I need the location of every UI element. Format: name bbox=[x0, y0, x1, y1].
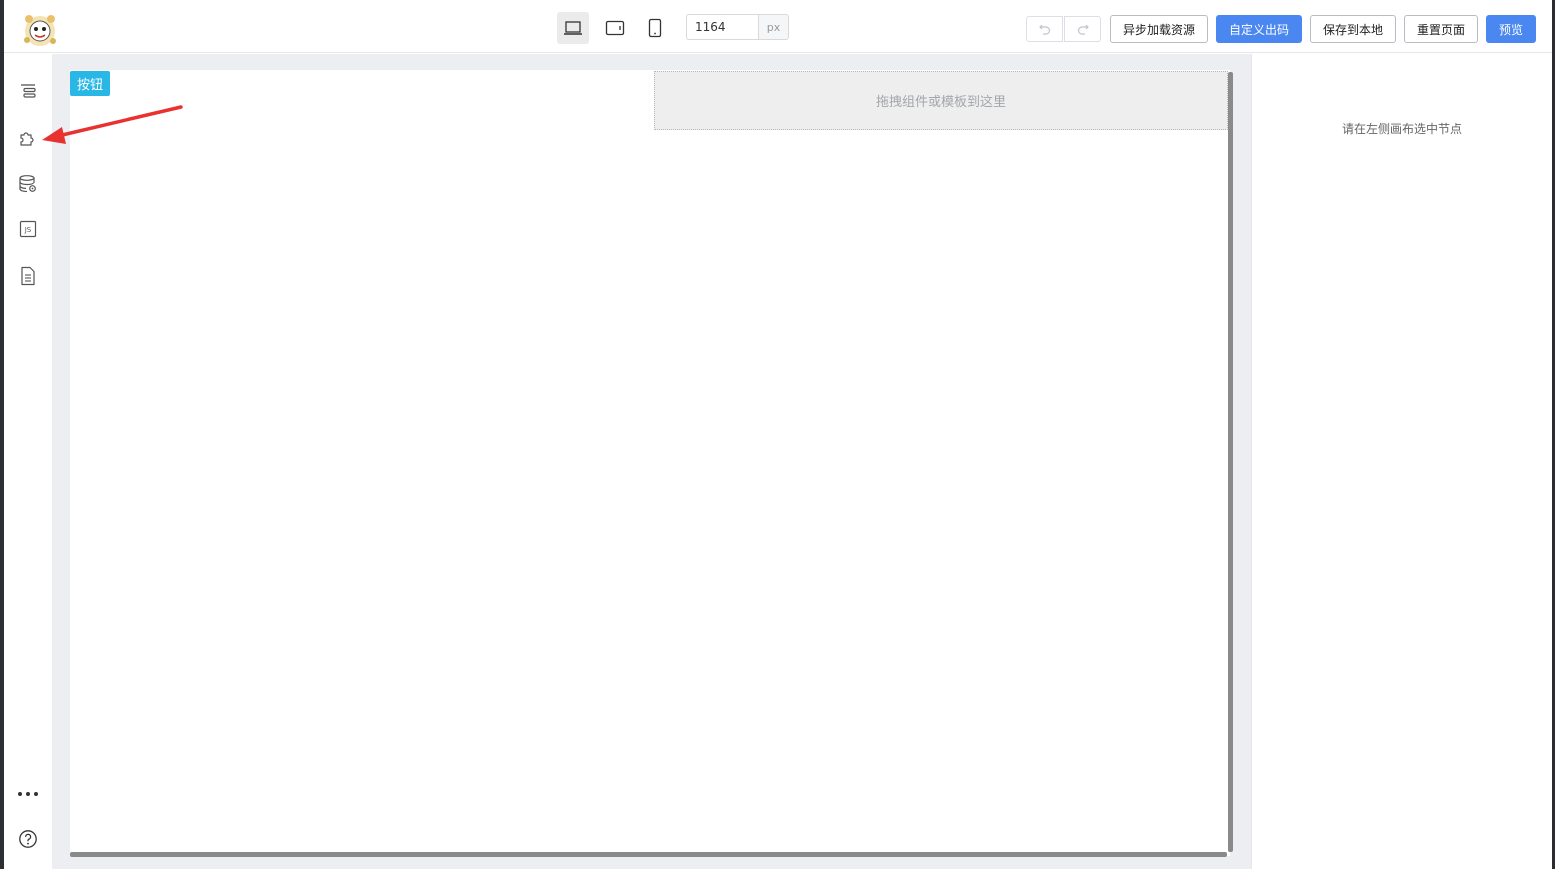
device-laptop-button[interactable] bbox=[557, 12, 589, 44]
low-code-editor: px 异步加载资源 自定义出码 保存到本地 重置页面 预览 bbox=[0, 0, 1555, 869]
reset-page-button[interactable]: 重置页面 bbox=[1404, 15, 1478, 43]
sidebar-more-button[interactable] bbox=[16, 782, 40, 806]
redo-icon bbox=[1077, 24, 1089, 35]
selected-component-tag[interactable]: 按钮 bbox=[70, 71, 111, 96]
sidebar-help-button[interactable] bbox=[16, 827, 40, 851]
tablet-icon bbox=[605, 20, 625, 36]
async-load-resources-button[interactable]: 异步加载资源 bbox=[1110, 15, 1208, 43]
sidebar-item-js-code[interactable]: JS bbox=[16, 217, 40, 241]
help-icon bbox=[19, 830, 37, 848]
settings-panel: 请在左侧画布选中节点 bbox=[1251, 54, 1552, 869]
drop-zone[interactable]: 拖拽组件或模板到这里 bbox=[654, 71, 1228, 130]
sidebar-item-schema[interactable] bbox=[16, 264, 40, 288]
svg-text:JS: JS bbox=[24, 226, 32, 234]
canvas-vertical-scrollbar[interactable] bbox=[1228, 72, 1233, 852]
undo-button[interactable] bbox=[1026, 16, 1063, 42]
left-sidebar: JS bbox=[4, 54, 52, 869]
phone-icon bbox=[648, 18, 662, 38]
preview-button[interactable]: 预览 bbox=[1486, 15, 1536, 43]
save-local-button[interactable]: 保存到本地 bbox=[1310, 15, 1396, 43]
canvas-width-input[interactable] bbox=[686, 14, 758, 40]
sidebar-item-components[interactable] bbox=[16, 125, 40, 149]
custom-code-export-button[interactable]: 自定义出码 bbox=[1216, 15, 1302, 43]
undo-icon bbox=[1038, 24, 1050, 35]
sidebar-item-datasource[interactable] bbox=[16, 172, 40, 196]
canvas-width-unit: px bbox=[758, 14, 789, 40]
device-phone-button[interactable] bbox=[639, 12, 671, 44]
more-icon bbox=[18, 792, 38, 796]
datasource-icon bbox=[19, 175, 36, 193]
top-toolbar: px 异步加载资源 自定义出码 保存到本地 重置页面 预览 bbox=[4, 4, 1552, 53]
settings-empty-hint: 请在左侧画布选中节点 bbox=[1341, 122, 1462, 136]
schema-document-icon bbox=[21, 266, 35, 286]
component-puzzle-icon bbox=[20, 132, 34, 146]
app-logo-icon[interactable] bbox=[20, 10, 60, 50]
outline-tree-icon bbox=[21, 84, 36, 98]
redo-button[interactable] bbox=[1064, 16, 1101, 42]
device-tablet-button[interactable] bbox=[599, 12, 631, 44]
design-canvas[interactable] bbox=[70, 70, 1230, 856]
sidebar-item-outline[interactable] bbox=[16, 78, 40, 102]
laptop-icon bbox=[564, 21, 582, 35]
js-code-icon: JS bbox=[19, 220, 37, 238]
canvas-horizontal-scrollbar[interactable] bbox=[70, 852, 1227, 857]
